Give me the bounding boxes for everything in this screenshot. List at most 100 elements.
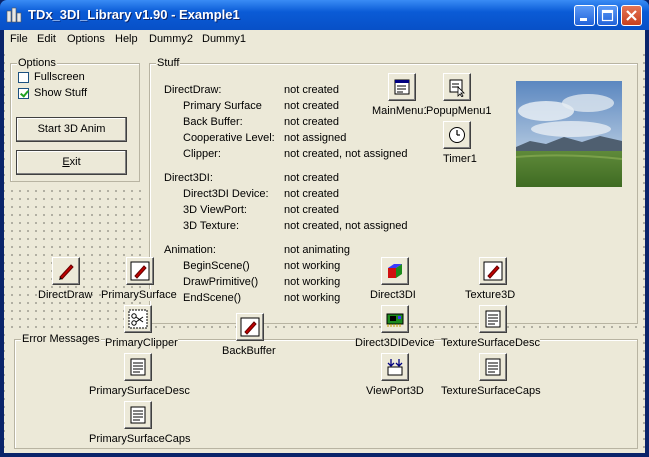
primarysurfacedesc-component[interactable] <box>124 353 152 381</box>
backbuffer-caption: BackBuffer <box>222 345 276 357</box>
fullscreen-checkbox[interactable] <box>18 72 29 83</box>
exit-button[interactable]: Exit <box>16 150 127 175</box>
direct3didevice-caption: Direct3DIDevice <box>355 337 435 349</box>
landscape-image <box>516 81 622 187</box>
exit-accelerator: E <box>62 156 70 168</box>
scissors-icon <box>128 309 148 329</box>
value-cooperative-level: not assigned <box>284 132 347 144</box>
value-drawprimitive: not working <box>284 276 341 288</box>
label-direct3di-device: Direct3DI Device: <box>183 188 269 200</box>
client-area: File Edit Options Help Dummy2 Dummy1 Opt… <box>4 30 645 453</box>
cube-icon <box>388 264 402 278</box>
exit-label-rest: xit <box>69 156 81 168</box>
menu-dummy2[interactable]: Dummy2 <box>149 33 193 45</box>
pencil-icon <box>240 317 260 337</box>
mainmenu-caption: MainMenu1 <box>372 105 430 117</box>
value-directdraw: not created <box>284 84 340 96</box>
value-direct3di-device: not created <box>284 188 340 200</box>
label-drawprimitive: DrawPrimitive() <box>183 276 259 288</box>
show-stuff-checkbox[interactable] <box>18 88 29 99</box>
viewport3d-caption: ViewPort3D <box>366 385 424 397</box>
value-clipper: not created, not assigned <box>284 148 408 160</box>
primarysurface-caption: PrimarySurface <box>101 289 177 301</box>
label-primary-surface: Primary Surface <box>183 100 262 112</box>
popup-menu-icon <box>449 79 465 97</box>
viewport3d-component[interactable] <box>381 353 409 381</box>
popupmenu-component[interactable] <box>443 73 471 101</box>
menu-edit[interactable]: Edit <box>37 33 56 45</box>
label-direct3di: Direct3DI: <box>164 172 213 184</box>
app-window: TDx_3DI_Library v1.90 - Example1 File Ed… <box>0 0 649 457</box>
minimize-icon <box>580 18 587 21</box>
pencil-icon <box>483 261 503 281</box>
label-directdraw: DirectDraw: <box>164 84 222 96</box>
label-3d-viewport: 3D ViewPort: <box>183 204 247 216</box>
minimize-button[interactable] <box>574 5 595 26</box>
window-title: TDx_3DI_Library v1.90 - Example1 <box>28 7 240 22</box>
popupmenu-caption: PopupMenu1 <box>426 105 492 117</box>
texturesurfacecaps-component[interactable] <box>479 353 507 381</box>
start-3d-anim-button[interactable]: Start 3D Anim <box>16 117 127 142</box>
value-beginscene: not working <box>284 260 341 272</box>
primarysurfacecaps-caption: PrimarySurfaceCaps <box>89 433 191 445</box>
texturesurfacedesc-caption: TextureSurfaceDesc <box>441 337 541 349</box>
primaryclipper-caption: PrimaryClipper <box>105 337 178 349</box>
value-3d-texture: not created, not assigned <box>284 220 408 232</box>
primarysurfacedesc-caption: PrimarySurfaceDesc <box>89 385 190 397</box>
texture3d-component[interactable] <box>479 257 507 285</box>
label-3d-texture: 3D Texture: <box>183 220 240 232</box>
timer-icon <box>449 127 465 143</box>
timer-component[interactable] <box>443 121 471 149</box>
directdraw-caption: DirectDraw <box>38 289 93 301</box>
directdraw-component[interactable] <box>52 257 80 285</box>
document-icon <box>130 406 146 424</box>
options-group-title: Options <box>17 57 57 69</box>
fullscreen-label[interactable]: Fullscreen <box>34 71 85 83</box>
texturesurfacecaps-caption: TextureSurfaceCaps <box>441 385 541 397</box>
document-icon <box>130 358 146 376</box>
value-primary-surface: not created <box>284 100 340 112</box>
value-animation: not animating <box>284 244 351 256</box>
value-back-buffer: not created <box>284 116 340 128</box>
texture3d-caption: Texture3D <box>465 289 516 301</box>
direct3di-component[interactable] <box>381 257 409 285</box>
mainmenu-component[interactable] <box>388 73 416 101</box>
label-back-buffer: Back Buffer: <box>183 116 243 128</box>
primarysurfacecaps-component[interactable] <box>124 401 152 429</box>
menu-dummy1[interactable]: Dummy1 <box>202 33 246 45</box>
document-icon <box>485 358 501 376</box>
title-bar[interactable]: TDx_3DI_Library v1.90 - Example1 <box>0 0 649 30</box>
error-messages-title: Error Messages <box>21 333 101 345</box>
value-endscene: not working <box>284 292 341 304</box>
close-button[interactable] <box>621 5 642 26</box>
options-group: Options Fullscreen Show Stuff Start 3D A… <box>10 57 140 182</box>
maximize-icon <box>601 9 614 22</box>
maximize-button[interactable] <box>597 5 618 26</box>
main-menu-icon <box>394 79 410 95</box>
menu-bar: File Edit Options Help Dummy2 Dummy1 <box>4 30 645 48</box>
menu-file[interactable]: File <box>10 33 28 45</box>
primarysurface-component[interactable] <box>126 257 154 285</box>
label-endscene: EndScene() <box>183 292 242 304</box>
value-3d-viewport: not created <box>284 204 340 216</box>
stuff-group-title: Stuff <box>156 57 181 69</box>
close-icon <box>626 10 637 21</box>
viewport-icon <box>387 359 403 376</box>
menu-help[interactable]: Help <box>115 33 138 45</box>
value-direct3di: not created <box>284 172 340 184</box>
menu-options[interactable]: Options <box>67 33 105 45</box>
options-panel: Options Fullscreen Show Stuff Start 3D A… <box>8 54 142 184</box>
show-stuff-label[interactable]: Show Stuff <box>34 87 87 99</box>
texturesurfacedesc-component[interactable] <box>479 305 507 333</box>
timer-caption: Timer1 <box>443 153 477 165</box>
document-icon <box>485 310 501 328</box>
label-clipper: Clipper: <box>183 148 221 160</box>
direct3di-caption: Direct3DI <box>370 289 416 301</box>
label-animation: Animation: <box>164 244 216 256</box>
backbuffer-component[interactable] <box>236 313 264 341</box>
app-icon <box>6 7 22 23</box>
pencil-icon <box>59 264 74 280</box>
primaryclipper-component[interactable] <box>124 305 152 333</box>
label-beginscene: BeginScene() <box>183 260 250 272</box>
direct3didevice-component[interactable] <box>381 305 409 333</box>
